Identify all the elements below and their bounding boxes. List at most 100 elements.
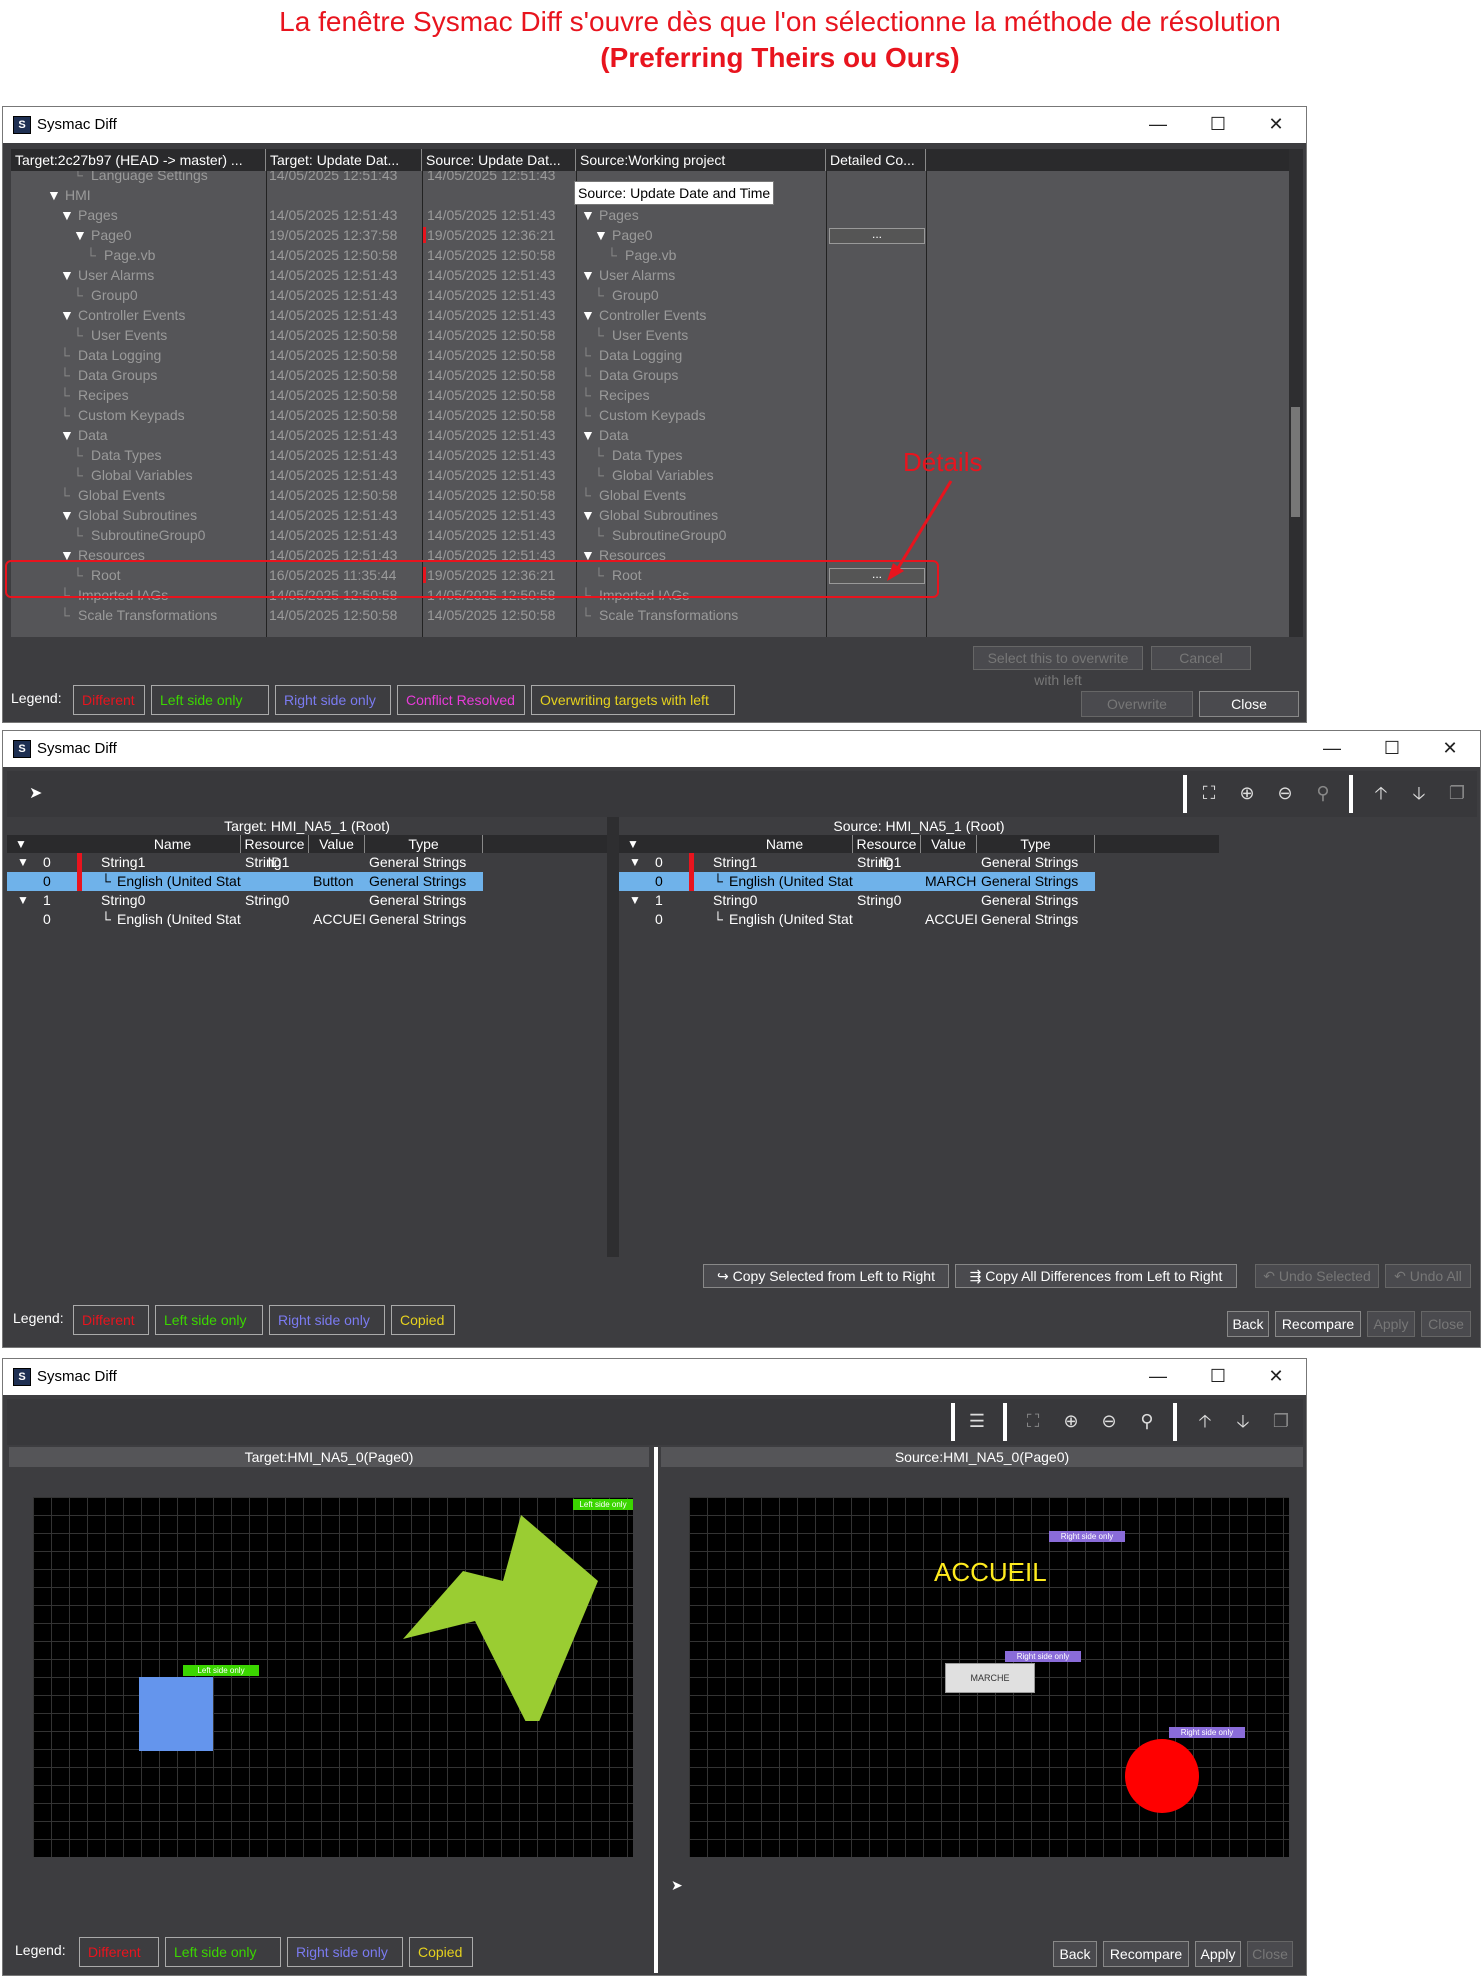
maximize-button[interactable]: ☐	[1198, 1363, 1238, 1389]
table-row[interactable]: ▼ 1 String0 String0 General Strings	[619, 891, 1095, 910]
col-resource-id[interactable]: Resource ID	[241, 835, 309, 870]
tree-row[interactable]: ▼ Global Subroutines 14/05/2025 12:51:43 1…	[11, 505, 1289, 525]
table-row[interactable]: ▼ 0 String1 String1 General Strings	[7, 853, 483, 872]
tree-row[interactable]: └ Page.vb 14/05/2025 12:50:58 14/05/2025 1…	[11, 245, 1289, 265]
rectangle-shape[interactable]	[139, 1677, 213, 1751]
list-view-icon[interactable]: ☰	[965, 1409, 989, 1433]
tree-row[interactable]: ▼ Pages 14/05/2025 12:51:43 14/05/2025 12:…	[11, 205, 1289, 225]
col-resource-id[interactable]: Resource ID	[853, 835, 921, 870]
maximize-button[interactable]: ☐	[1198, 111, 1238, 137]
col-type[interactable]: Type	[365, 835, 483, 853]
col-detailed-compare[interactable]: Detailed Co...	[826, 149, 926, 171]
col-source-update[interactable]: Source: Update Dat...	[422, 149, 576, 171]
maximize-button[interactable]: ☐	[1372, 735, 1412, 761]
zoom-100-icon[interactable]: ⚲	[1311, 781, 1335, 805]
col-target-update[interactable]: Target: Update Dat...	[266, 149, 422, 171]
next-difference-icon[interactable]: 🡣	[1231, 1409, 1255, 1433]
zoom-in-icon[interactable]: ⊕	[1235, 781, 1259, 805]
minimize-button[interactable]: —	[1138, 1363, 1178, 1389]
previous-difference-icon[interactable]: 🡡	[1193, 1409, 1217, 1433]
vertical-scrollbar[interactable]	[1289, 149, 1303, 637]
table-row[interactable]: 0 └ English (United States) MARCHEGeneral S…	[619, 872, 1095, 891]
expand-triangle-icon[interactable]: ▼	[60, 205, 78, 225]
target-canvas[interactable]: Left side only Left side only	[33, 1497, 633, 1857]
expand-triangle-icon[interactable]: ▼	[17, 891, 31, 910]
expand-triangle-icon[interactable]: ▼	[581, 205, 599, 225]
accueil-label[interactable]: ACCUEIL	[934, 1557, 1047, 1588]
close-window-button[interactable]: ✕	[1256, 111, 1296, 137]
tree-row[interactable]: └ Scale Transformations 14/05/2025 12:50:…	[11, 605, 1289, 625]
col-value[interactable]: Value	[921, 835, 977, 853]
col-value[interactable]: Value	[309, 835, 365, 853]
minimize-button[interactable]: —	[1138, 111, 1178, 137]
close-window-button[interactable]: ✕	[1430, 735, 1470, 761]
back-button[interactable]: Back	[1227, 1311, 1269, 1337]
expand-triangle-icon[interactable]: ▼	[60, 305, 78, 325]
apply-button[interactable]: Apply	[1367, 1311, 1415, 1337]
pane-splitter[interactable]	[654, 1447, 658, 1973]
expand-triangle-icon[interactable]: ▼	[581, 425, 599, 445]
circle-shape[interactable]	[1125, 1739, 1199, 1813]
tree-row[interactable]: └ Data Groups 14/05/2025 12:50:58 14/05/20…	[11, 365, 1289, 385]
expand-triangle-icon[interactable]: ▼	[629, 853, 643, 872]
col-source-project[interactable]: Source:Working project	[576, 149, 826, 171]
expand-triangle-icon[interactable]: ▼	[629, 891, 643, 910]
zoom-in-icon[interactable]: ⊕	[1059, 1409, 1083, 1433]
close-window-button[interactable]: ✕	[1256, 1363, 1296, 1389]
polygon-shape[interactable]	[403, 1511, 603, 1721]
tree-row[interactable]: └ Recipes 14/05/2025 12:50:58 14/05/2025 1…	[11, 385, 1289, 405]
tree-row[interactable]: └ Data Types 14/05/2025 12:51:43 14/05/202…	[11, 445, 1289, 465]
copy-selected-button[interactable]: ↪ Copy Selected from Left to Right	[703, 1264, 949, 1288]
marche-button-shape[interactable]: MARCHE	[945, 1663, 1035, 1693]
expand-triangle-icon[interactable]: ▼	[73, 225, 91, 245]
select-overwrite-button[interactable]: Select this to overwrite with left	[973, 646, 1143, 688]
expand-triangle-icon[interactable]: ▼	[60, 265, 78, 285]
expand-triangle-icon[interactable]: ▼	[60, 505, 78, 525]
expand-all-icon[interactable]: ▼	[627, 835, 643, 853]
splitter[interactable]	[607, 817, 619, 1257]
col-type[interactable]: Type	[977, 835, 1095, 853]
source-canvas[interactable]: Right side only ACCUEIL Right side only …	[689, 1497, 1289, 1857]
previous-difference-icon[interactable]: 🡡	[1369, 781, 1393, 805]
tree-row[interactable]: └ SubroutineGroup0 14/05/2025 12:51:43 14/…	[11, 525, 1289, 545]
close-button[interactable]: Close	[1199, 691, 1299, 717]
recompare-button[interactable]: Recompare	[1103, 1941, 1189, 1967]
minimize-button[interactable]: —	[1312, 735, 1352, 761]
tree-row[interactable]: └ User Events 14/05/2025 12:50:58 14/05/20…	[11, 325, 1289, 345]
recompare-button[interactable]: Recompare	[1275, 1311, 1361, 1337]
table-row[interactable]: 0 └ English (United States) ACCUEILGeneral …	[619, 910, 1095, 929]
sync-scroll-icon[interactable]: ❐	[1269, 1409, 1293, 1433]
tree-row[interactable]: ▼ User Alarms 14/05/2025 12:51:43 14/05/20…	[11, 265, 1289, 285]
expand-triangle-icon[interactable]: ▼	[47, 185, 65, 205]
undo-selected-button[interactable]: ↶ Undo Selected	[1255, 1264, 1379, 1288]
tree-row[interactable]: ▼ Controller Events 14/05/2025 12:51:43 14…	[11, 305, 1289, 325]
fit-view-icon[interactable]: ⛶	[1021, 1409, 1045, 1433]
sync-scroll-icon[interactable]: ❐	[1445, 781, 1469, 805]
tree-row[interactable]: └ Group0 14/05/2025 12:51:43 14/05/2025 12…	[11, 285, 1289, 305]
col-name[interactable]: Name	[105, 835, 241, 853]
close-button[interactable]: Close	[1421, 1311, 1471, 1337]
expand-triangle-icon[interactable]: ▼	[594, 225, 612, 245]
tree-row[interactable]: └ Global Variables 14/05/2025 12:51:43 14/…	[11, 465, 1289, 485]
zoom-100-icon[interactable]: ⚲	[1135, 1409, 1159, 1433]
copy-all-button[interactable]: ⇶ Copy All Differences from Left to Righ…	[955, 1264, 1237, 1288]
table-row[interactable]: 0 └ English (United States) ACCUEILGeneral …	[7, 910, 483, 929]
tree-row[interactable]: ▼ Page0 19/05/2025 12:37:58 19/05/2025 12:…	[11, 225, 1289, 245]
zoom-out-icon[interactable]: ⊖	[1097, 1409, 1121, 1433]
expand-triangle-icon[interactable]: ▼	[581, 505, 599, 525]
tree-row[interactable]: └ Global Events 14/05/2025 12:50:58 14/05/…	[11, 485, 1289, 505]
tree-row[interactable]: └ Custom Keypads 14/05/2025 12:50:58 14/05…	[11, 405, 1289, 425]
expand-triangle-icon[interactable]: ▼	[581, 265, 599, 285]
undo-all-button[interactable]: ↶ Undo All	[1385, 1264, 1471, 1288]
cancel-button[interactable]: Cancel	[1151, 646, 1251, 670]
back-button[interactable]: Back	[1053, 1941, 1097, 1967]
zoom-out-icon[interactable]: ⊖	[1273, 781, 1297, 805]
overwrite-button[interactable]: Overwrite	[1081, 691, 1193, 717]
expand-triangle-icon[interactable]: ▼	[581, 305, 599, 325]
tree-row[interactable]: └ Data Logging 14/05/2025 12:50:58 14/05/2…	[11, 345, 1289, 365]
expand-all-icon[interactable]: ▼	[15, 835, 31, 853]
apply-button[interactable]: Apply	[1195, 1941, 1241, 1967]
expand-triangle-icon[interactable]: ▼	[17, 853, 31, 872]
table-row[interactable]: ▼ 0 String1 String1 General Strings	[619, 853, 1095, 872]
table-row[interactable]: ▼ 1 String0 String0 General Strings	[7, 891, 483, 910]
